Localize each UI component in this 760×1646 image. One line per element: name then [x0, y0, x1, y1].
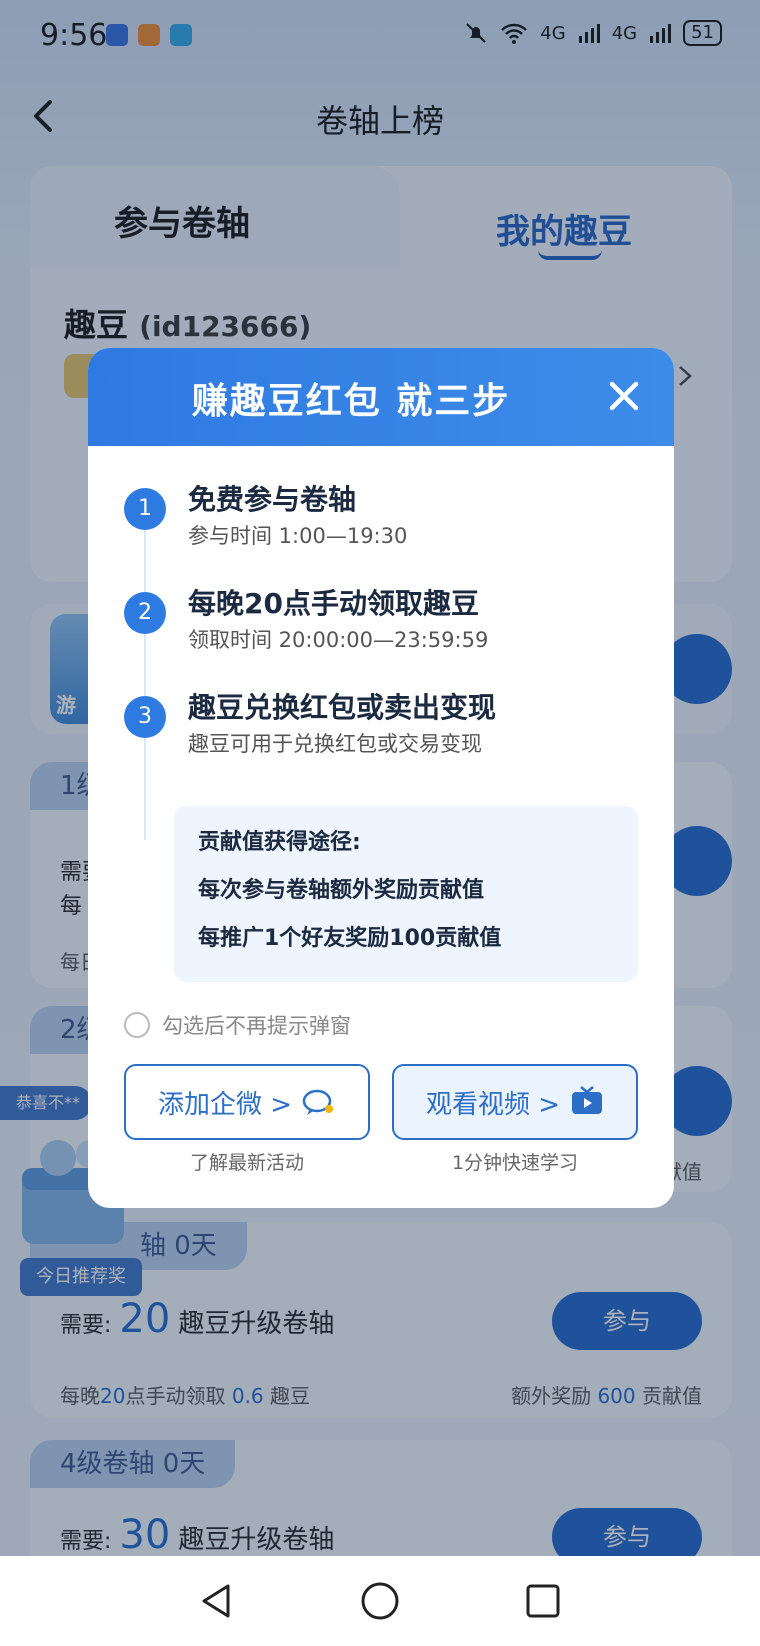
step-title: 每晚20点手动领取趣豆 [188, 587, 479, 620]
dont-show-again-checkbox[interactable] [124, 1012, 150, 1038]
watch-video-button[interactable]: 观看视频 > [392, 1064, 638, 1140]
add-wecom-label: 添加企微 > [157, 1089, 293, 1120]
dont-show-again-label: 勾选后不再提示弹窗 [162, 1014, 351, 1038]
three-steps-modal: 赚趣豆红包 就三步 1 免费参与卷轴 参与时间 1:00—19:30 2 每晚2… [88, 348, 674, 1208]
step-subtitle: 领取时间 20:00:00—23:59:59 [188, 628, 489, 652]
nav-home-icon[interactable] [359, 1580, 401, 1622]
add-wecom-caption: 了解最新活动 [189, 1152, 304, 1174]
chat-bubble-icon [302, 1089, 334, 1115]
dont-show-again-row[interactable]: 勾选后不再提示弹窗 [124, 1010, 351, 1040]
contribution-info-box: 贡献值获得途径: 每次参与卷轴额外奖励贡献值 每推广1个好友奖励100贡献值 [174, 806, 638, 982]
watch-video-label: 观看视频 > [425, 1089, 561, 1120]
contribution-line: 每推广1个好友奖励100贡献值 [198, 926, 502, 951]
system-nav-bar [0, 1556, 760, 1646]
step-title: 免费参与卷轴 [188, 483, 357, 516]
nav-recents-icon[interactable] [522, 1580, 564, 1622]
nav-back-icon[interactable] [196, 1580, 238, 1622]
close-icon[interactable] [606, 378, 642, 414]
step-subtitle: 参与时间 1:00—19:30 [188, 524, 408, 548]
add-wecom-button[interactable]: 添加企微 > [124, 1064, 370, 1140]
app-screen: 9:56 4G 4G 51 卷轴上榜 参与卷轴 我的趣豆 趣豆 (id12366… [0, 0, 760, 1556]
contribution-line: 每次参与卷轴额外奖励贡献值 [198, 878, 485, 903]
contribution-title: 贡献值获得途径: [198, 830, 361, 855]
step-number: 2 [124, 592, 166, 634]
steps-timeline [144, 504, 146, 840]
modal-header: 赚趣豆红包 就三步 [88, 348, 674, 446]
tv-icon [572, 1086, 603, 1114]
step-number: 1 [124, 488, 166, 530]
step-title: 趣豆兑换红包或卖出变现 [188, 691, 497, 724]
watch-video-caption: 1分钟快速学习 [451, 1152, 579, 1174]
step-subtitle: 趣豆可用于兑换红包或交易变现 [188, 732, 482, 756]
modal-title: 赚趣豆红包 就三步 [191, 381, 511, 422]
step-number: 3 [124, 696, 166, 738]
